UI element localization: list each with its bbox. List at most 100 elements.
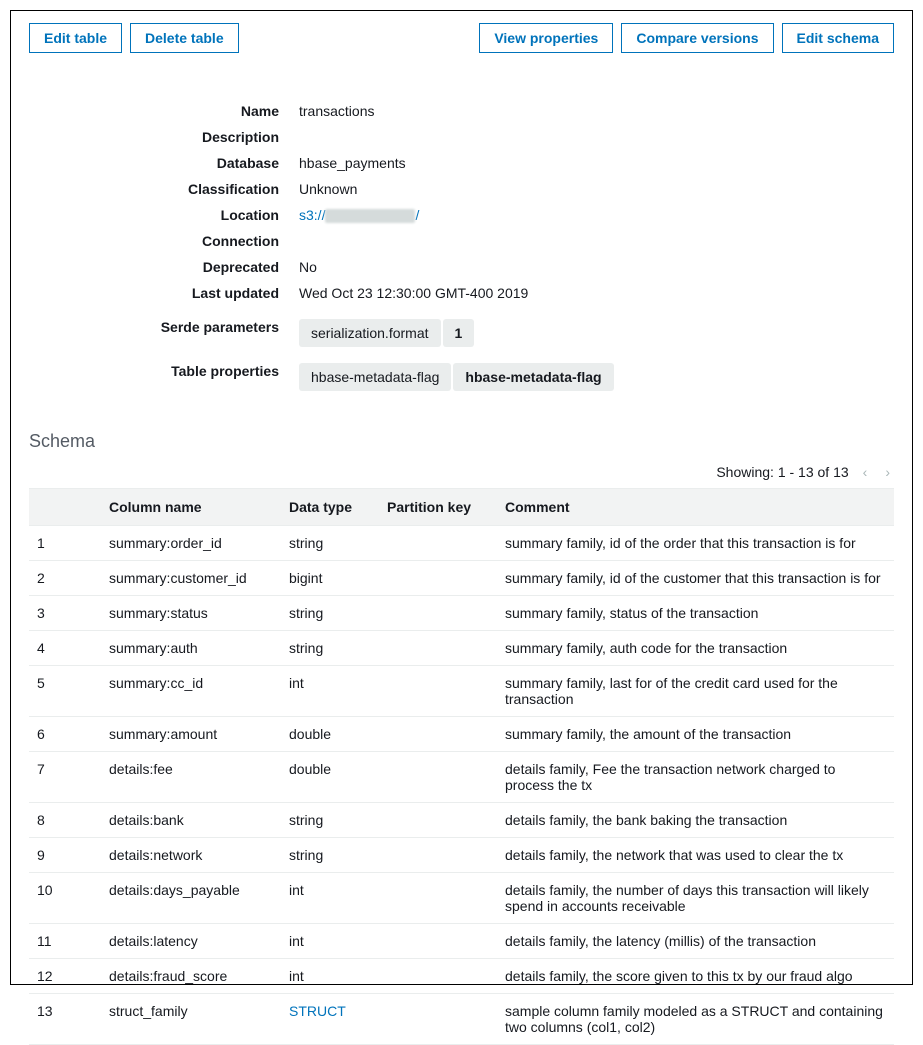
cell-data-type[interactable]: STRUCT	[281, 994, 379, 1045]
cell-column-name: summary:amount	[101, 717, 281, 752]
detail-value: Wed Oct 23 12:30:00 GMT-400 2019	[299, 283, 894, 301]
detail-row-table-properties: Table properties hbase-metadata-flaghbas…	[99, 361, 894, 391]
edit-table-button[interactable]: Edit table	[29, 23, 122, 53]
table-property-chip: hbase-metadata-flag	[299, 363, 451, 391]
toolbar-right: View properties Compare versions Edit sc…	[479, 23, 894, 53]
cell-partition-key	[379, 803, 497, 838]
detail-label: Database	[99, 153, 299, 171]
cell-comment: details family, Fee the transaction netw…	[497, 752, 894, 803]
table-row: 6summary:amountdoublesummary family, the…	[29, 717, 894, 752]
cell-column-name: details:fee	[101, 752, 281, 803]
cell-column-name: summary:status	[101, 596, 281, 631]
detail-label: Last updated	[99, 283, 299, 301]
cell-index: 4	[29, 631, 101, 666]
cell-index: 2	[29, 561, 101, 596]
prev-page-icon[interactable]: ‹	[859, 462, 872, 482]
table-row: 8details:bankstringdetails family, the b…	[29, 803, 894, 838]
location-redacted	[325, 209, 415, 223]
detail-row-serde-parameters: Serde parameters serialization.format1	[99, 317, 894, 347]
table-row: 12details:fraud_scoreintdetails family, …	[29, 959, 894, 994]
schema-table: Column name Data type Partition key Comm…	[29, 488, 894, 1045]
table-row: 7details:feedouble details family, Fee th…	[29, 752, 894, 803]
detail-label: Deprecated	[99, 257, 299, 275]
cell-partition-key	[379, 596, 497, 631]
detail-label: Table properties	[99, 361, 299, 379]
detail-row-name: Name transactions	[99, 101, 894, 121]
cell-partition-key	[379, 561, 497, 596]
cell-data-type: int	[281, 666, 379, 717]
header-comment: Comment	[497, 489, 894, 526]
detail-row-database: Database hbase_payments	[99, 153, 894, 173]
paging-bar: Showing: 1 - 13 of 13 ‹ ›	[29, 462, 894, 482]
table-row: 13struct_familySTRUCTsample column famil…	[29, 994, 894, 1045]
detail-row-deprecated: Deprecated No	[99, 257, 894, 277]
details-panel: Name transactions Description Database h…	[99, 101, 894, 391]
chip-value: 1	[443, 319, 475, 347]
cell-partition-key	[379, 666, 497, 717]
detail-label: Connection	[99, 231, 299, 249]
table-row: 9details:networkstringdetails family, th…	[29, 838, 894, 873]
delete-table-button[interactable]: Delete table	[130, 23, 239, 53]
cell-data-type: int	[281, 873, 379, 924]
cell-comment: summary family, id of the order that thi…	[497, 526, 894, 561]
cell-comment: summary family, id of the customer that …	[497, 561, 894, 596]
table-row: 5summary:cc_idintsummary family, last fo…	[29, 666, 894, 717]
cell-partition-key	[379, 717, 497, 752]
cell-data-type: int	[281, 959, 379, 994]
cell-column-name: details:network	[101, 838, 281, 873]
next-page-icon[interactable]: ›	[881, 462, 894, 482]
toolbar: Edit table Delete table View properties …	[29, 23, 894, 53]
cell-data-type: int	[281, 924, 379, 959]
cell-comment: details family, the number of days this …	[497, 873, 894, 924]
edit-schema-button[interactable]: Edit schema	[782, 23, 894, 53]
cell-column-name: summary:auth	[101, 631, 281, 666]
chip-key: serialization.format	[299, 319, 441, 347]
compare-versions-button[interactable]: Compare versions	[621, 23, 773, 53]
detail-value: Unknown	[299, 179, 894, 197]
cell-column-name: summary:order_id	[101, 526, 281, 561]
cell-partition-key	[379, 838, 497, 873]
cell-comment: details family, the bank baking the tran…	[497, 803, 894, 838]
cell-data-type: double	[281, 752, 379, 803]
table-row: 1summary:order_idstringsummary family, i…	[29, 526, 894, 561]
cell-partition-key	[379, 526, 497, 561]
cell-index: 9	[29, 838, 101, 873]
table-property-chip: hbase-metadata-flag	[453, 363, 613, 391]
detail-row-location: Location s3:///	[99, 205, 894, 225]
cell-column-name: details:bank	[101, 803, 281, 838]
cell-comment: details family, the score given to this …	[497, 959, 894, 994]
table-row: 11details:latencyintdetails family, the …	[29, 924, 894, 959]
cell-column-name: details:latency	[101, 924, 281, 959]
detail-label: Location	[99, 205, 299, 223]
cell-comment: summary family, the amount of the transa…	[497, 717, 894, 752]
header-index	[29, 489, 101, 526]
detail-label: Name	[99, 101, 299, 119]
table-properties-chips: hbase-metadata-flaghbase-metadata-flag	[299, 361, 894, 391]
cell-column-name: summary:customer_id	[101, 561, 281, 596]
detail-row-classification: Classification Unknown	[99, 179, 894, 199]
detail-row-last-updated: Last updated Wed Oct 23 12:30:00 GMT-400…	[99, 283, 894, 303]
cell-index: 7	[29, 752, 101, 803]
cell-index: 5	[29, 666, 101, 717]
cell-index: 1	[29, 526, 101, 561]
table-header-row: Column name Data type Partition key Comm…	[29, 489, 894, 526]
cell-comment: sample column family modeled as a STRUCT…	[497, 994, 894, 1045]
location-prefix: s3://	[299, 207, 325, 223]
detail-row-description: Description	[99, 127, 894, 147]
cell-data-type: bigint	[281, 561, 379, 596]
serde-chips: serialization.format1	[299, 317, 894, 347]
page-container: Edit table Delete table View properties …	[10, 10, 913, 985]
detail-label: Serde parameters	[99, 317, 299, 335]
table-row: 10details:days_payableint details family,…	[29, 873, 894, 924]
cell-column-name: summary:cc_id	[101, 666, 281, 717]
location-link[interactable]: s3:///	[299, 205, 894, 223]
view-properties-button[interactable]: View properties	[479, 23, 613, 53]
cell-index: 13	[29, 994, 101, 1045]
cell-column-name: details:days_payable	[101, 873, 281, 924]
table-row: 3summary:statusstringsummary family, sta…	[29, 596, 894, 631]
cell-partition-key	[379, 873, 497, 924]
detail-label: Classification	[99, 179, 299, 197]
cell-index: 11	[29, 924, 101, 959]
cell-index: 10	[29, 873, 101, 924]
cell-data-type: string	[281, 631, 379, 666]
